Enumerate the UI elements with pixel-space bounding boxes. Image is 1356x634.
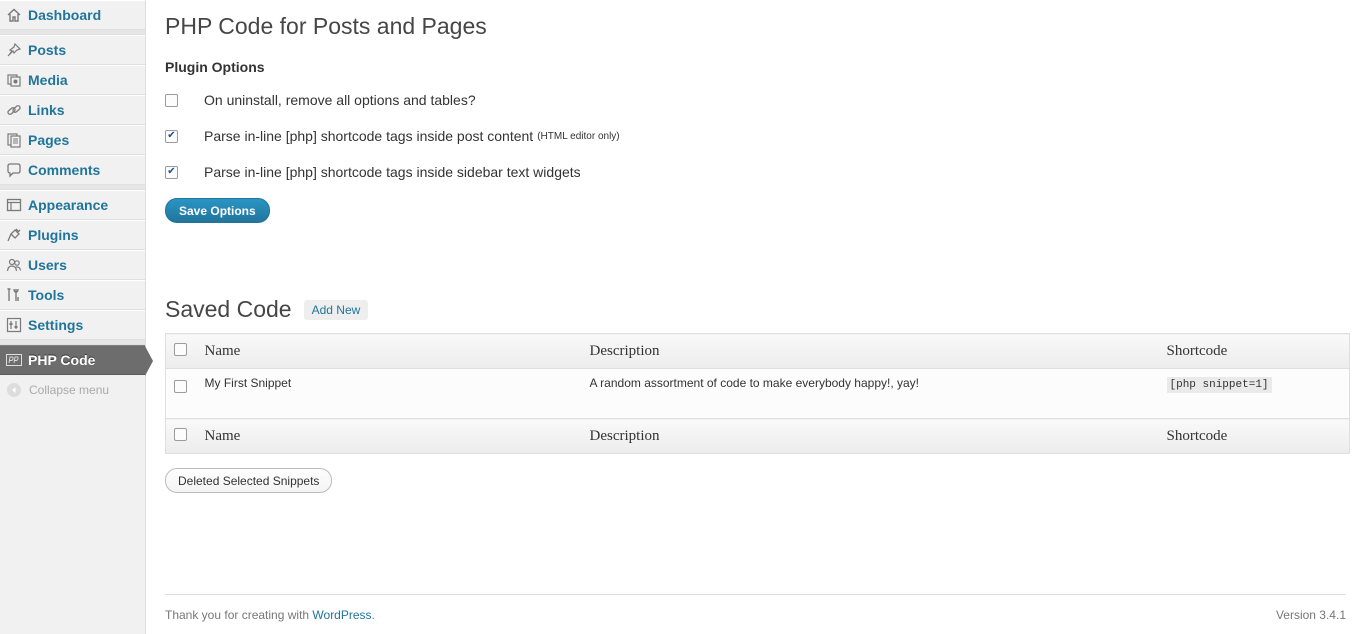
snippets-table: Name Description Shortcode My First Snip… [165,333,1350,454]
row-select-checkbox[interactable] [174,380,187,393]
save-options-button[interactable]: Save Options [165,198,270,223]
sidebar-item-label: Comments [28,162,101,178]
footer-thanks-suffix: . [371,608,375,622]
media-icon [6,72,22,88]
select-all-checkbox[interactable] [174,343,187,356]
row-select-cell [165,368,204,419]
page-title: PHP Code for Posts and Pages [165,13,487,39]
sidebar-item-posts[interactable]: Posts [0,35,145,65]
pushpin-icon [6,42,22,58]
sidebar-item-label: Users [28,257,67,273]
table-row: My First Snippet A random assortment of … [165,368,1350,419]
admin-footer: Thank you for creating with WordPress. V… [165,594,1346,622]
snippet-description: A random assortment of code to make ever… [588,368,1166,419]
collapse-menu-label: Collapse menu [29,383,110,397]
pages-icon [6,132,22,148]
remove-on-uninstall-checkbox[interactable] [165,93,178,107]
footer-thanks-prefix: Thank you for creating with [165,608,313,622]
select-all-cell [165,418,204,454]
wordpress-link[interactable]: WordPress [312,608,371,622]
sidebar-item-plugins[interactable]: Plugins [0,220,145,250]
sidebar-item-tools[interactable]: Tools [0,280,145,310]
parse-post-content-checkbox[interactable]: ✔ [165,129,178,143]
saved-code-title: Saved Code [165,296,292,322]
option-label: On uninstall, remove all options and tab… [204,92,476,108]
option-note: (HTML editor only) [537,130,620,142]
column-footer-description[interactable]: Description [588,418,1166,454]
select-all-checkbox-footer[interactable] [174,428,187,441]
collapse-menu-button[interactable]: Collapse menu [0,375,145,405]
collapse-arrow-icon [7,383,21,397]
snippet-name[interactable]: My First Snippet [203,368,589,419]
snippet-shortcode-cell: [php snippet=1] [1165,368,1350,419]
add-new-button[interactable]: Add New [303,299,369,320]
plug-icon [6,227,22,243]
table-footer-row: Name Description Shortcode [165,418,1350,454]
sidebar-item-settings[interactable]: Settings [0,310,145,340]
sidebar-item-users[interactable]: Users [0,250,145,280]
comment-bubble-icon [6,162,22,178]
footer-version: Version 3.4.1 [1275,608,1346,622]
sidebar-item-label: Dashboard [28,7,102,23]
tools-icon [6,287,22,303]
parse-sidebar-widgets-checkbox[interactable]: ✔ [165,165,178,179]
column-footer-name[interactable]: Name [203,418,589,454]
column-header-name[interactable]: Name [203,333,589,369]
php-icon [6,352,22,368]
users-icon [6,257,22,273]
footer-thanks: Thank you for creating with WordPress. [165,608,375,622]
option-label: Parse in-line [php] shortcode tags insid… [204,128,534,144]
sidebar-item-label: Posts [28,42,67,58]
sidebar-item-links[interactable]: Links [0,95,145,125]
sidebar-item-dashboard[interactable]: Dashboard [0,0,145,30]
column-footer-shortcode[interactable]: Shortcode [1165,418,1350,454]
sidebar-item-appearance[interactable]: Appearance [0,190,145,220]
option-label: Parse in-line [php] shortcode tags insid… [204,164,581,180]
column-header-shortcode[interactable]: Shortcode [1165,333,1350,369]
chain-link-icon [6,102,22,118]
sidebar-item-label: Appearance [28,197,109,213]
select-all-cell [165,333,204,369]
sidebar-item-label: Media [28,72,68,88]
option-remove-on-uninstall: On uninstall, remove all options and tab… [165,92,476,108]
column-header-description[interactable]: Description [588,333,1166,369]
settings-icon [6,317,22,333]
sidebar-item-label: Plugins [28,227,79,243]
option-parse-post-content: ✔ Parse in-line [php] shortcode tags ins… [165,128,620,144]
sidebar-item-label: Tools [28,287,65,303]
appearance-icon [6,197,22,213]
admin-sidebar: Dashboard Posts Media Links Pages Commen… [0,0,153,634]
snippet-shortcode: [php snippet=1] [1166,377,1272,393]
option-parse-sidebar-widgets: ✔ Parse in-line [php] shortcode tags ins… [165,164,581,180]
sidebar-item-php-code[interactable]: PHP Code [0,345,153,376]
sidebar-item-label: Pages [28,132,70,148]
plugin-options-heading: Plugin Options [165,59,265,75]
sidebar-item-pages[interactable]: Pages [0,125,145,155]
home-icon [6,7,22,23]
table-header-row: Name Description Shortcode [165,333,1350,369]
sidebar-item-label: Settings [28,317,84,333]
delete-selected-button[interactable]: Deleted Selected Snippets [165,468,333,493]
sidebar-item-label: Links [28,102,65,118]
sidebar-item-comments[interactable]: Comments [0,155,145,185]
saved-code-heading: Saved Code Add New [165,296,369,323]
sidebar-item-media[interactable]: Media [0,65,145,95]
sidebar-item-label: PHP Code [28,352,96,368]
